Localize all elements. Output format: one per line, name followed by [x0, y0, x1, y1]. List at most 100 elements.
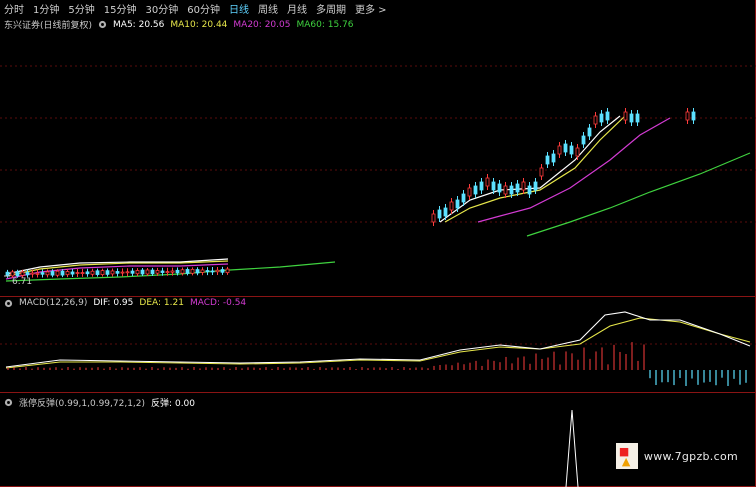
candle: [40, 269, 45, 278]
candle: [473, 182, 478, 198]
candle: [65, 269, 70, 278]
candle: [497, 180, 502, 196]
period-toolbar: 分时 1分钟 5分钟 15分钟 30分钟 60分钟 日线 周线 月线 多周期 更多 >: [0, 0, 430, 16]
period-tab-5[interactable]: 60分钟: [187, 1, 220, 16]
candle: [485, 174, 490, 190]
candle: [587, 124, 592, 140]
watermark-logo: ■ ▲: [615, 443, 638, 469]
candle: [110, 268, 115, 277]
candle: [135, 268, 140, 277]
period-tab-9[interactable]: 多周期: [316, 1, 346, 16]
candle: [557, 142, 562, 158]
candle: [145, 267, 150, 276]
ma-value-2: MA20: 20.05: [233, 19, 291, 30]
candle: [521, 178, 526, 194]
macd-lines: [5, 311, 751, 369]
candle: [225, 266, 230, 275]
ma5-line-2: [439, 115, 621, 223]
candle: [120, 268, 125, 277]
candle: [569, 142, 574, 158]
candle: [85, 268, 90, 277]
ma-value-0: MA5: 20.56: [113, 19, 165, 30]
panel-borders: [0, 0, 756, 487]
period-tab-1[interactable]: 1分钟: [33, 1, 59, 16]
candle: [130, 268, 135, 277]
macd-value: MACD: -0.54: [189, 298, 247, 308]
ma-values: MA5: 20.56 MA10: 20.44 MA20: 20.05 MA60: 15…: [113, 20, 353, 30]
period-tab-2[interactable]: 5分钟: [68, 1, 94, 16]
dea-value: DEA: 1.21: [139, 298, 184, 308]
macd-legend: MACD(12,26,9) DIF: 0.95 DEA: 1.21 MACD: …: [4, 298, 246, 308]
candle: [215, 266, 220, 275]
settings-icon[interactable]: [4, 398, 13, 407]
candle: [503, 182, 508, 198]
candlestick-series: [5, 108, 696, 278]
ma60-line: [5, 261, 336, 282]
candle: [545, 152, 550, 168]
candle: [115, 268, 120, 277]
low-price-label: 6.71: [12, 277, 32, 287]
candle: [220, 266, 225, 275]
macd-title: MACD(12,26,9): [19, 298, 88, 308]
period-tab-8[interactable]: 月线: [287, 1, 307, 16]
main-panel-legend: 东兴证券(日线前复权) MA5: 20.56 MA10: 20.44 MA20: 2…: [4, 18, 354, 32]
candle: [70, 269, 75, 278]
period-tab-0[interactable]: 分时: [4, 1, 24, 16]
ma60-line-2: [526, 152, 751, 237]
candle: [581, 132, 586, 148]
candle: [205, 267, 210, 276]
candle: [431, 210, 436, 226]
period-tab-3[interactable]: 15分钟: [104, 1, 137, 16]
candle: [593, 112, 598, 128]
candle: [449, 198, 454, 214]
settings-icon[interactable]: [98, 20, 107, 29]
more-button[interactable]: 更多 >: [355, 1, 387, 16]
dif-value: DIF: 0.95: [93, 298, 134, 308]
candle: [685, 108, 690, 124]
ma-value-1: MA10: 20.44: [170, 19, 228, 30]
chart-canvas: 6.71: [0, 0, 756, 487]
candle: [190, 267, 195, 276]
candle: [623, 108, 628, 124]
period-tab-4[interactable]: 30分钟: [145, 1, 178, 16]
rebound-value: 反弹: 0.00: [151, 399, 196, 409]
signal-title: 涨停反弹(0.99,1,0.99,72,1,2): [19, 399, 146, 409]
candle: [539, 164, 544, 180]
period-tab-6[interactable]: 日线: [229, 1, 249, 16]
candle: [35, 269, 40, 278]
candle: [200, 267, 205, 276]
candle: [75, 268, 80, 277]
macd-histogram: [7, 342, 747, 386]
candle: [437, 206, 442, 222]
candle: [125, 268, 130, 277]
candle: [105, 268, 110, 277]
candle: [100, 268, 105, 277]
candle: [605, 108, 610, 124]
candle: [691, 108, 696, 124]
settings-icon[interactable]: [4, 299, 13, 308]
candle: [527, 182, 532, 198]
candle: [195, 267, 200, 276]
candle: [150, 267, 155, 276]
candle: [629, 110, 634, 126]
candle: [185, 267, 190, 276]
candle: [467, 184, 472, 200]
ma-value-3: MA60: 15.76: [296, 19, 354, 30]
candle: [140, 268, 145, 277]
signal-legend: 涨停反弹(0.99,1,0.99,72,1,2) 反弹: 0.00: [4, 396, 195, 409]
signal-spike: [565, 409, 579, 487]
candle: [80, 268, 85, 277]
candle: [515, 180, 520, 196]
period-tab-7[interactable]: 周线: [258, 1, 278, 16]
candle: [599, 110, 604, 126]
candle: [210, 267, 215, 276]
candle: [479, 178, 484, 194]
moving-average-lines: [5, 115, 751, 282]
candle: [95, 268, 100, 277]
candle: [5, 269, 10, 278]
watermark: ■ ▲ www.7gpzb.com: [615, 443, 738, 469]
watermark-site: www.7gpzb.com: [643, 449, 738, 463]
dif-line: [5, 311, 751, 368]
candle: [551, 150, 556, 166]
candle: [90, 268, 95, 277]
